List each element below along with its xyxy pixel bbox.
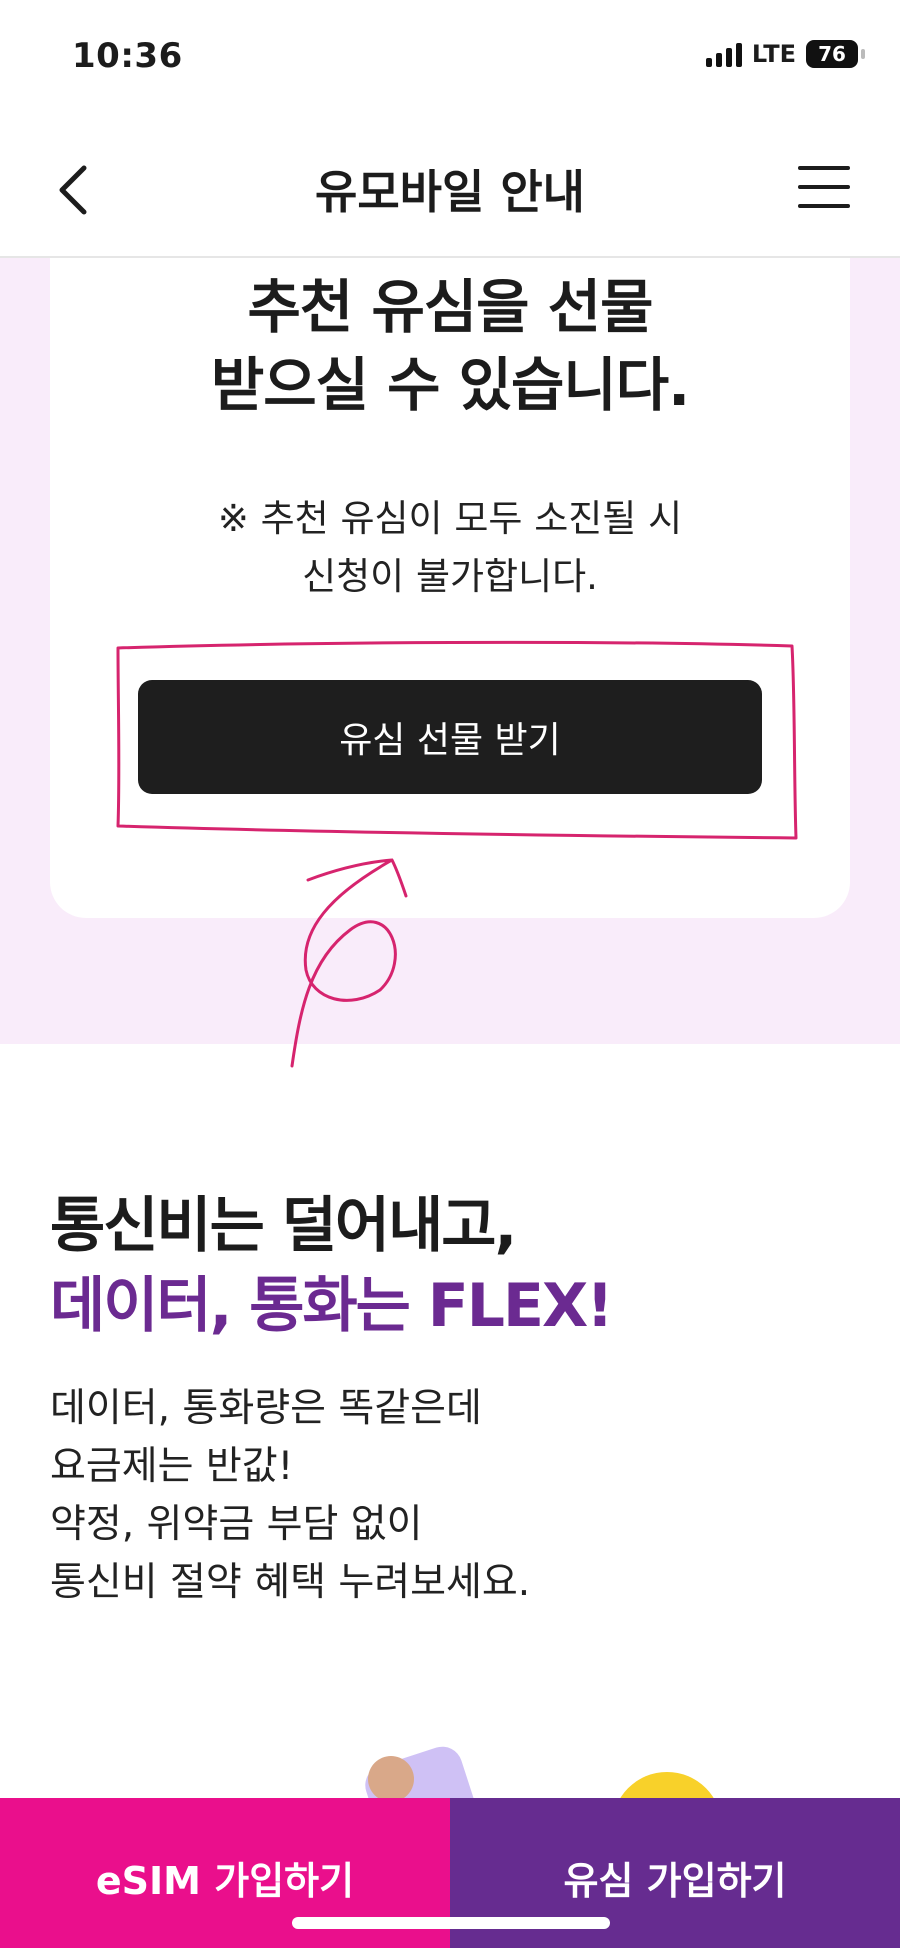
promo-line: 약정, 위약금 부담 없이 [50,1502,423,1547]
nav-bar: 유모바일 안내 [0,118,900,258]
battery-icon: 76 [806,40,865,68]
network-type: LTE [751,40,796,68]
status-bar: 10:36 LTE 76 [0,0,900,118]
promo-line: 데이터, 통화량은 똑같은데 [50,1386,482,1431]
menu-button[interactable] [796,162,852,212]
hamburger-menu-icon [798,166,850,208]
promo-line: 통신비 절약 혜택 누려보세요. [50,1560,531,1605]
status-indicators: LTE 76 [705,40,865,68]
page-title: 유모바일 안내 [315,165,585,219]
home-indicator[interactable] [292,1917,610,1929]
gift-section: 추천 유심을 선물 받으실 수 있습니다. ※ 추천 유심이 모두 소진될 시 … [0,258,900,1044]
usim-gift-button[interactable]: 유심 선물 받기 [138,680,762,794]
gift-notice: ※ 추천 유심이 모두 소진될 시 신청이 불가합니다. [217,497,683,598]
battery-level: 76 [818,42,846,66]
promo-description: 데이터, 통화량은 똑같은데 요금제는 반값! 약정, 위약금 부담 없이 통신… [50,1380,530,1612]
signal-icon [705,41,742,67]
illustration-circle-shape [368,1756,414,1802]
status-time: 10:36 [72,36,183,76]
gift-card: 추천 유심을 선물 받으실 수 있습니다. ※ 추천 유심이 모두 소진될 시 … [50,258,850,918]
gift-headline: 추천 유심을 선물 받으실 수 있습니다. [210,273,690,419]
promo-title: 통신비는 덜어내고, 데이터, 통화는 FLEX! [50,1191,614,1341]
promo-line: 요금제는 반값! [50,1444,294,1489]
